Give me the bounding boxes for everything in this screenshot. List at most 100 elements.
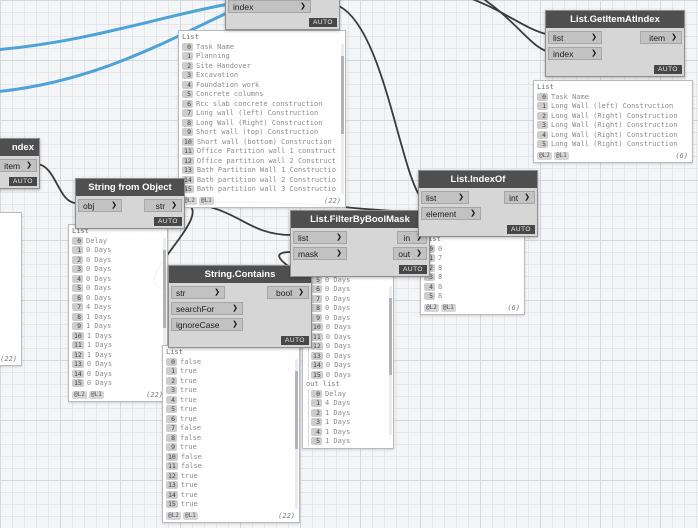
wire-top-to-indexof-list[interactable] xyxy=(338,5,420,196)
input-port-index[interactable]: index ❯ xyxy=(228,0,311,13)
preview-string-from-object[interactable]: List 0 Delay 1 0 Days 2 0 Days 3 0 Days … xyxy=(68,224,168,402)
wire-item-to-obj[interactable] xyxy=(35,163,77,204)
list-item[interactable]: 13 0 Days xyxy=(311,351,389,361)
list-item[interactable]: 13 0 Days xyxy=(72,360,163,370)
list-item[interactable]: 1 Planning xyxy=(182,52,341,62)
list-item[interactable]: 12 1 Days xyxy=(72,350,163,360)
list-item[interactable]: 10 0 Days xyxy=(311,323,389,333)
preview-string-contains[interactable]: List 0 false 1 true 2 true 3 true 4 true… xyxy=(162,345,300,523)
list-item[interactable]: 6 0 Days xyxy=(72,293,163,303)
list-item[interactable]: 10 false xyxy=(166,452,295,462)
list-item[interactable]: 4 8 xyxy=(424,282,520,292)
input-port-obj[interactable]: obj ❯ xyxy=(78,199,122,212)
list-item[interactable]: 2 true xyxy=(166,376,295,386)
input-port-list[interactable]: list ❯ xyxy=(293,231,347,244)
list-item[interactable]: 13 true xyxy=(166,481,295,491)
scrollbar-thumb[interactable] xyxy=(295,371,298,449)
output-port-item[interactable]: item ❯ xyxy=(640,31,682,44)
list-item[interactable]: 7 false xyxy=(166,424,295,434)
list-item[interactable]: 6 0 Days xyxy=(311,285,389,295)
list-item[interactable]: 2 8 xyxy=(424,263,520,273)
list-item[interactable]: 3 Long Wall (Right) Construction xyxy=(537,121,688,131)
input-port-ignorecase[interactable]: ignoreCase ❯ xyxy=(171,318,243,331)
output-port-bool[interactable]: bool ❯ xyxy=(267,286,309,299)
list-item[interactable]: 2 Site Handover xyxy=(182,61,341,71)
lacing-auto-badge[interactable]: AUTO xyxy=(507,225,535,234)
preview-index-of[interactable]: List 0 0 1 7 2 8 3 8 4 8 5 8 @L2 @L1 (6) xyxy=(420,232,525,315)
list-item[interactable]: 0 Delay xyxy=(311,389,389,399)
list-item[interactable]: 3 0 Days xyxy=(72,265,163,275)
list-item[interactable]: 0 0 xyxy=(424,244,520,254)
list-item[interactable]: 1 0 Days xyxy=(72,246,163,256)
list-item[interactable]: 1 Long Wall (left) Construction xyxy=(537,102,688,112)
list-item[interactable]: 12 true xyxy=(166,471,295,481)
list-item[interactable]: 0 false xyxy=(166,357,295,367)
scrollbar-thumb[interactable] xyxy=(341,56,344,134)
list-item[interactable]: 15 0 Days xyxy=(311,370,389,380)
list-item[interactable]: 14 true xyxy=(166,490,295,500)
list-item[interactable]: 9 0 Days xyxy=(311,313,389,323)
lacing-auto-badge[interactable]: AUTO xyxy=(654,65,682,74)
scrollbar-thumb[interactable] xyxy=(389,297,392,376)
list-item[interactable]: 7 0 Days xyxy=(311,294,389,304)
list-item[interactable]: 2 1 Days xyxy=(311,408,389,418)
list-item[interactable]: 9 Short wall (top) Construction xyxy=(182,128,341,138)
list-item[interactable]: 3 8 xyxy=(424,273,520,283)
node-string-contains[interactable]: String.Contains str ❯ bool ❯ searchFor ❯ xyxy=(168,265,312,348)
list-item[interactable]: 6 true xyxy=(166,414,295,424)
list-item[interactable]: 1 4 Days xyxy=(311,399,389,409)
list-item[interactable]: 3 true xyxy=(166,386,295,396)
input-port-searchfor[interactable]: searchFor ❯ xyxy=(171,302,243,315)
scrollbar-thumb[interactable] xyxy=(163,250,166,328)
input-port-list[interactable]: list ❯ xyxy=(548,31,602,44)
list-item[interactable]: 0 Task Name xyxy=(182,42,341,52)
list-item[interactable]: 14 0 Days xyxy=(72,369,163,379)
list-item[interactable]: 1 7 xyxy=(424,254,520,264)
level-badge[interactable]: @L1 xyxy=(198,196,214,205)
list-item[interactable]: 8 0 Days xyxy=(311,304,389,314)
list-item[interactable]: 1 true xyxy=(166,367,295,377)
list-item[interactable]: 11 Office Partition wall 1 construct xyxy=(182,147,341,157)
node-title[interactable]: String from Object xyxy=(76,179,184,196)
list-item[interactable]: 4 1 Days xyxy=(311,427,389,437)
list-item[interactable]: 2 0 Days xyxy=(72,255,163,265)
list-item[interactable]: 9 true xyxy=(166,443,295,453)
list-item[interactable]: 7 Long wall (left) Construction xyxy=(182,109,341,119)
list-item[interactable]: 0 Delay xyxy=(72,236,163,246)
list-item[interactable]: 13 Bath Partition Wall 1 Constructio xyxy=(182,166,341,176)
list-item[interactable]: 11 0 Days xyxy=(311,332,389,342)
output-port-item[interactable]: item ❯ xyxy=(0,159,37,172)
output-port-int[interactable]: int ❯ xyxy=(504,191,535,204)
node-title[interactable]: List.FilterByBoolMask xyxy=(291,211,429,228)
list-item[interactable]: 12 Office partition wall 2 Construct xyxy=(182,156,341,166)
level-badge[interactable]: @L2 xyxy=(537,151,552,160)
list-item[interactable]: 11 false xyxy=(166,462,295,472)
preview-getitem[interactable]: List 0 Task Name 1 Long Wall (left) Cons… xyxy=(533,80,693,163)
lacing-auto-badge[interactable]: AUTO xyxy=(9,177,37,186)
preview-filter[interactable]: 5 0 Days 6 0 Days 7 0 Days 8 0 Days 9 0 … xyxy=(302,272,394,449)
wire-offscreen-to-getitem-list[interactable] xyxy=(458,0,547,35)
node-left-partial[interactable]: ndex item ❯ AUTO xyxy=(0,138,40,189)
list-item[interactable]: 15 true xyxy=(166,500,295,510)
list-item[interactable]: 5 Concrete columns xyxy=(182,90,341,100)
scrollbar[interactable] xyxy=(341,44,344,194)
node-index-of[interactable]: List.IndexOf list ❯ int ❯ element ❯ AUTO xyxy=(418,170,538,237)
input-port-index[interactable]: index ❯ xyxy=(548,47,602,60)
list-item[interactable]: 8 1 Days xyxy=(72,312,163,322)
level-badge[interactable]: @L1 xyxy=(182,511,198,520)
lacing-auto-badge[interactable]: AUTO xyxy=(154,217,182,226)
node-string-from-object[interactable]: String from Object obj ❯ str ❯ AUTO xyxy=(75,178,185,229)
list-item[interactable]: 11 1 Days xyxy=(72,341,163,351)
list-item[interactable]: 8 Long Wall (Right) Construction xyxy=(182,118,341,128)
list-item[interactable]: 2 Long Wall (Right) Construction xyxy=(537,111,688,121)
node-title[interactable]: ndex xyxy=(0,139,39,156)
list-item[interactable]: 9 1 Days xyxy=(72,322,163,332)
lacing-auto-badge[interactable]: AUTO xyxy=(281,336,309,345)
graph-canvas[interactable]: List 0 Task Name 1 Planning 2 Site Hando… xyxy=(0,0,698,528)
list-item[interactable]: 7 4 Days xyxy=(72,303,163,313)
scrollbar[interactable] xyxy=(389,286,392,435)
out-list-label[interactable]: out list xyxy=(306,380,389,390)
list-item[interactable]: 12 0 Days xyxy=(311,342,389,352)
level-badge[interactable]: @L2 xyxy=(166,511,181,520)
lacing-auto-badge[interactable]: AUTO xyxy=(309,18,337,27)
